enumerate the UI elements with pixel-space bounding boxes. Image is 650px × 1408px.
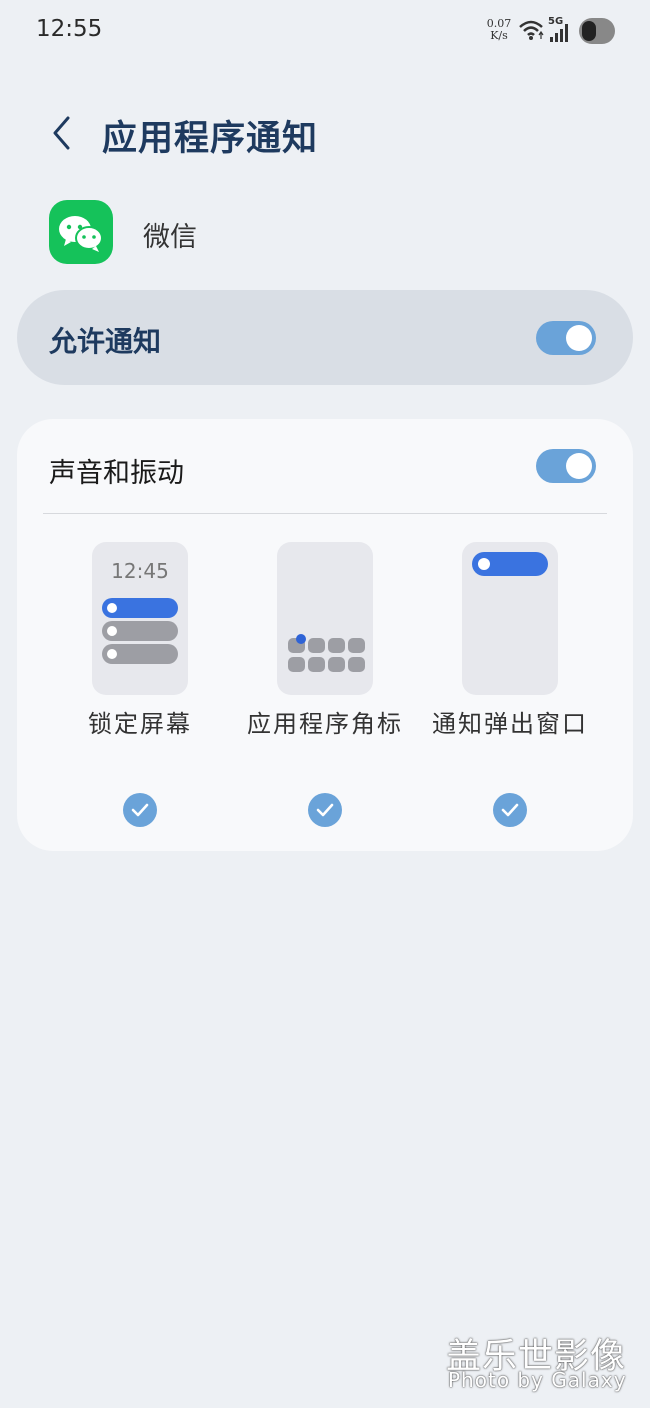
watermark-subtitle: Photo by Galaxy	[448, 1368, 627, 1392]
toggle-knob	[566, 325, 592, 351]
lock-screen-preview: 12:45	[92, 542, 188, 695]
battery-saver-toggle-icon	[579, 18, 615, 44]
chevron-left-icon	[53, 116, 70, 150]
app-badge-checkbox[interactable]	[308, 793, 342, 827]
allow-notifications-row[interactable]: 允许通知	[17, 290, 633, 385]
preview-time: 12:45	[111, 559, 169, 583]
network-speed-unit: K/s	[490, 29, 508, 42]
allow-notifications-label: 允许通知	[49, 325, 162, 358]
wechat-icon	[49, 200, 113, 264]
network-speed: 0.07 K/s	[484, 18, 514, 42]
status-bar: 12:55 0.07 K/s 5G	[0, 0, 650, 62]
wifi-icon	[519, 20, 544, 40]
popup-checkbox[interactable]	[493, 793, 527, 827]
app-name: 微信	[143, 222, 197, 253]
checkmark-icon	[131, 803, 149, 817]
option-label: 应用程序角标	[247, 710, 403, 738]
lock-screen-checkbox[interactable]	[123, 793, 157, 827]
option-label: 通知弹出窗口	[432, 710, 588, 738]
option-label: 锁定屏幕	[88, 710, 192, 738]
preview-notification-bar	[102, 598, 178, 618]
preview-notification-bar	[102, 644, 178, 664]
preview-notification-bar	[102, 621, 178, 641]
checkmark-icon	[316, 803, 334, 817]
allow-notifications-toggle[interactable]	[536, 321, 596, 355]
page-title: 应用程序通知	[102, 118, 319, 159]
sound-vibration-label: 声音和振动	[49, 458, 184, 489]
checkmark-icon	[501, 803, 519, 817]
sound-vibration-toggle[interactable]	[536, 449, 596, 483]
toggle-knob	[566, 453, 592, 479]
signal-icon	[550, 24, 568, 42]
preview-popup-bar	[472, 552, 548, 576]
popup-preview	[462, 542, 558, 695]
sound-vibration-card: 声音和振动 12:45 锁定屏幕 应用程序角标 通知弹出窗口	[17, 419, 633, 851]
back-button[interactable]	[40, 108, 84, 158]
divider	[43, 513, 607, 514]
status-time: 12:55	[36, 16, 103, 42]
app-badge-preview	[277, 542, 373, 695]
badge-dot	[296, 634, 306, 644]
